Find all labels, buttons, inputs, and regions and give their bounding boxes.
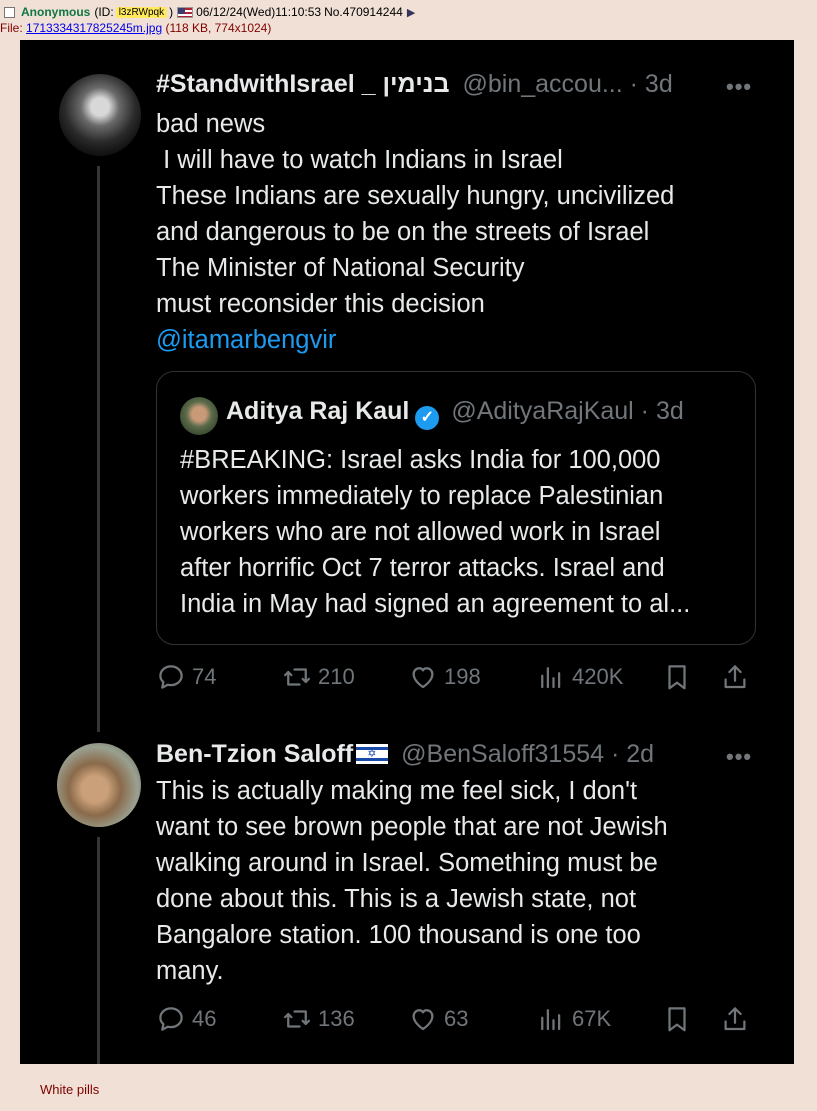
tweet1-actions: 74 210 198 420K — [156, 662, 756, 702]
poster-id-prefix: (ID: — [94, 5, 114, 19]
retweet-count: 210 — [318, 664, 355, 689]
tweet1-line: The Minister of National Security — [156, 254, 525, 282]
tweet2-line: done about this. This is a Jewish state,… — [156, 885, 637, 913]
israel-flag-icon: ✡ — [356, 744, 389, 764]
retweet-action: 136 — [282, 1004, 355, 1034]
retweet-action: 210 — [282, 662, 355, 692]
like-count: 198 — [444, 664, 481, 689]
views-count: 420K — [572, 664, 624, 689]
reply-icon — [159, 665, 183, 689]
share-action — [720, 1004, 756, 1034]
tweet2-line: want to see brown people that are not Je… — [156, 813, 668, 841]
tweet2-avatar — [57, 743, 141, 827]
file-info: File: 1713334317825245m.jpg (118 KB, 774… — [0, 21, 271, 35]
retweet-icon — [284, 1010, 310, 1028]
poster-id-suffix: ) — [169, 5, 174, 19]
tweet1-body: bad news I will have to watch Indians in… — [156, 106, 674, 358]
retweet-count: 136 — [318, 1006, 355, 1031]
tweet1-header: #StandwithIsrael _ בנימין @bin_accou... … — [156, 70, 673, 99]
tweet2-handle-time: @BenSaloff31554 · 2d — [401, 740, 655, 768]
reply-count: 74 — [192, 664, 217, 689]
share-icon — [724, 665, 746, 689]
bookmark-action — [662, 662, 698, 692]
quoted-avatar — [180, 397, 218, 435]
quoted-line: workers who are not allowed work in Isra… — [180, 518, 661, 546]
tweet1-avatar — [59, 74, 141, 156]
post-comment: White pills — [40, 1082, 100, 1097]
heart-icon — [412, 1009, 434, 1031]
thread-line — [97, 837, 100, 1064]
views-count: 67K — [572, 1006, 612, 1031]
us-flag-icon — [177, 6, 194, 18]
tweet1-handle-time: @bin_accou... · 3d — [462, 70, 673, 98]
heart-icon — [412, 667, 434, 689]
quoted-line: India in May had signed an agreement to … — [180, 590, 691, 618]
views-icon — [541, 667, 561, 689]
file-label: File: — [0, 21, 23, 35]
retweet-icon — [284, 668, 310, 686]
poster-name: Anonymous — [21, 5, 91, 19]
post-header: Anonymous (ID: l3zRWpqk ) 06/12/24(Wed)1… — [4, 4, 415, 20]
tweet1-line: bad news — [156, 110, 266, 138]
post-datetime: 06/12/24(Wed)11:10:53 — [196, 5, 322, 19]
tweet2-display-name: Ben-Tzion Saloff — [156, 740, 354, 768]
thread-line — [97, 166, 100, 732]
quoted-tweet: Aditya Raj Kaul ✓ @AdityaRajKaul · 3d #BR… — [156, 371, 756, 645]
post-checkbox[interactable] — [4, 6, 15, 18]
tweet2-line: walking around in Israel. Something must… — [156, 849, 658, 877]
bookmark-icon — [668, 665, 686, 690]
tweet2-header: Ben-Tzion Saloff ✡ @BenSaloff31554 · 2d — [156, 740, 654, 769]
tweet1-line: and dangerous to be on the streets of Is… — [156, 218, 650, 246]
quoted-header: Aditya Raj Kaul ✓ @AdityaRajKaul · 3d — [226, 397, 684, 430]
share-icon — [724, 1007, 746, 1031]
quoted-line: #BREAKING: Israel asks India for 100,000 — [180, 446, 661, 474]
post-number[interactable]: No.470914244 — [324, 5, 403, 19]
bookmark-action — [662, 1004, 698, 1034]
like-action: 198 — [408, 662, 481, 692]
quoted-line: after horrific Oct 7 terror attacks. Isr… — [180, 554, 665, 582]
reply-count: 46 — [192, 1006, 217, 1031]
file-link[interactable]: 1713334317825245m.jpg — [26, 21, 162, 35]
like-action: 63 — [408, 1004, 468, 1034]
views-icon — [541, 1009, 561, 1031]
quoted-handle-time: @AdityaRajKaul · 3d — [451, 397, 684, 425]
tweet2-actions: 46 136 63 67K — [156, 1004, 756, 1044]
verified-badge-icon: ✓ — [415, 406, 440, 430]
tweet1-display-name: #StandwithIsrael _ בנימין — [156, 70, 450, 98]
tweet2-line: This is actually making me feel sick, I … — [156, 777, 638, 805]
tweet1-line: I will have to watch Indians in Israel — [156, 146, 563, 174]
tweet1-more-icon: ••• — [726, 74, 753, 99]
reply-action: 74 — [156, 662, 216, 692]
tweet1-mention: @itamarbengvir — [156, 326, 337, 354]
file-meta: (118 KB, 774x1024) — [165, 21, 272, 35]
views-action: 67K — [536, 1004, 611, 1034]
tweet1-line: These Indians are sexually hungry, unciv… — [156, 182, 675, 210]
reply-icon — [159, 1007, 183, 1031]
tweet2-body: This is actually making me feel sick, I … — [156, 773, 668, 989]
tweet1-line: must reconsider this decision — [156, 290, 485, 318]
poster-id[interactable]: l3zRWpqk — [115, 6, 168, 18]
share-action — [720, 662, 756, 692]
like-count: 63 — [444, 1006, 469, 1031]
tweet2-line: Bangalore station. 100 thousand is one t… — [156, 921, 641, 949]
post-image[interactable]: #StandwithIsrael _ בנימין @bin_accou... … — [20, 40, 794, 1064]
reply-action: 46 — [156, 1004, 216, 1034]
post-menu-arrow-icon[interactable]: ▶ — [407, 6, 415, 19]
tweet2-line: many. — [156, 957, 224, 985]
views-action: 420K — [536, 662, 623, 692]
quoted-display-name: Aditya Raj Kaul — [226, 397, 410, 425]
bookmark-icon — [668, 1007, 686, 1032]
quoted-line: workers immediately to replace Palestini… — [180, 482, 664, 510]
quoted-body: #BREAKING: Israel asks India for 100,000… — [180, 442, 750, 622]
tweet2-more-icon: ••• — [726, 744, 753, 769]
